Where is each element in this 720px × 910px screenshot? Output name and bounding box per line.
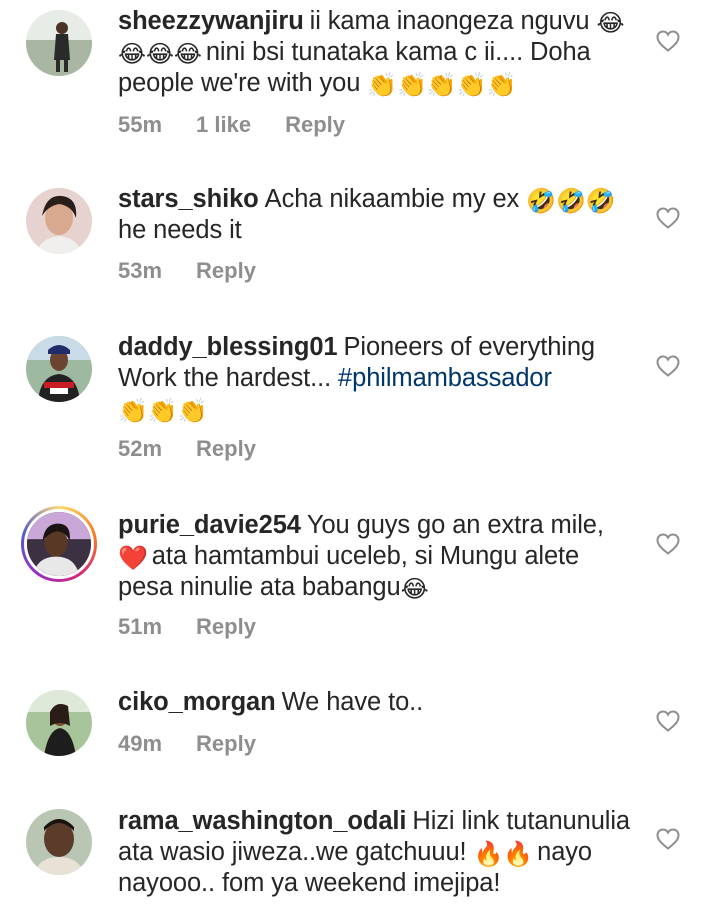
avatar[interactable] [26,10,92,76]
comment-meta: 55m 1 like Reply [118,112,379,138]
fire-emoji-icon: 🔥🔥 [473,841,534,868]
comment-username[interactable]: purie_davie254 [118,511,301,539]
avatar[interactable] [26,809,92,875]
red-heart-emoji-icon: ❤️ [118,545,148,572]
reply-button[interactable]: Reply [196,258,256,283]
comment-text-part: You guys go an extra mile, [306,511,604,539]
heart-outline-icon[interactable] [656,828,680,850]
comment-meta: 52m Reply [118,436,290,462]
avatar-photo [26,188,92,254]
rolling-laughing-emoji-icon: 🤣🤣🤣 [526,188,616,215]
comment-text-part: ii kama inaongeza nguvu [309,7,597,35]
avatar-photo [27,512,91,576]
comment-meta: 49m Reply [118,731,290,757]
comment-meta: 51m Reply [118,614,290,640]
avatar-photo [26,809,92,875]
comment-timestamp: 51m [118,614,163,639]
comment-like-count[interactable]: 1 like [196,112,251,137]
comment-meta: 53m Reply [118,258,290,284]
comment-username[interactable]: stars_shiko [118,185,259,213]
comment-timestamp: 55m [118,112,163,137]
clapping-hands-emoji-icon: 👏👏👏 [118,398,208,425]
comment-text: ciko_morgan We have to.. [118,687,638,718]
comment-text-part: ata hamtambui uceleb, si Mungu alete pes… [118,542,580,601]
heart-outline-icon[interactable] [656,355,680,377]
laughing-emoji-icon: 😂 [596,10,625,37]
comment-timestamp: 49m [118,731,163,756]
laughing-emoji-icon: 😂 [400,576,429,603]
comment-username[interactable]: rama_washington_odali [118,807,406,835]
comment-text: daddy_blessing01 Pioneers of everything W… [118,332,638,425]
comment-timestamp: 53m [118,258,163,283]
comment-text: rama_washington_odali Hizi link tutanunul… [118,806,638,899]
comment-username[interactable]: daddy_blessing01 [118,333,338,361]
heart-outline-icon[interactable] [656,533,680,555]
comment-username[interactable]: sheezzywanjiru [118,7,304,35]
reply-button[interactable]: Reply [285,112,345,137]
comment-text: sheezzywanjiru ii kama inaongeza nguvu 😂😂… [118,6,638,99]
comment-text: stars_shiko Acha nikaambie my ex 🤣🤣🤣 he ne… [118,184,638,246]
avatar-photo [26,690,92,756]
reply-button[interactable]: Reply [196,731,256,756]
heart-outline-icon[interactable] [656,710,680,732]
avatar-story-ring[interactable] [21,506,97,582]
avatar [24,509,94,579]
avatar[interactable] [26,336,92,402]
comment-text-part: Acha nikaambie my ex [264,185,527,213]
reply-button[interactable]: Reply [196,436,256,461]
heart-outline-icon[interactable] [656,30,680,52]
laughing-emoji-icon: 😂😂😂 [118,41,202,68]
comment-text-part: he needs it [118,216,242,244]
avatar[interactable] [26,690,92,756]
heart-outline-icon[interactable] [656,207,680,229]
hashtag-link[interactable]: #philmambassador [338,364,552,392]
avatar[interactable] [26,188,92,254]
comment-username[interactable]: ciko_morgan [118,688,276,716]
reply-button[interactable]: Reply [196,614,256,639]
clapping-hands-emoji-icon: 👏👏👏👏👏 [367,72,517,99]
comment-timestamp: 52m [118,436,163,461]
avatar-photo [26,10,92,76]
avatar-photo [26,336,92,402]
comment-text-part: We have to.. [281,688,424,716]
comment-text: purie_davie254 You guys go an extra mile,… [118,510,638,603]
